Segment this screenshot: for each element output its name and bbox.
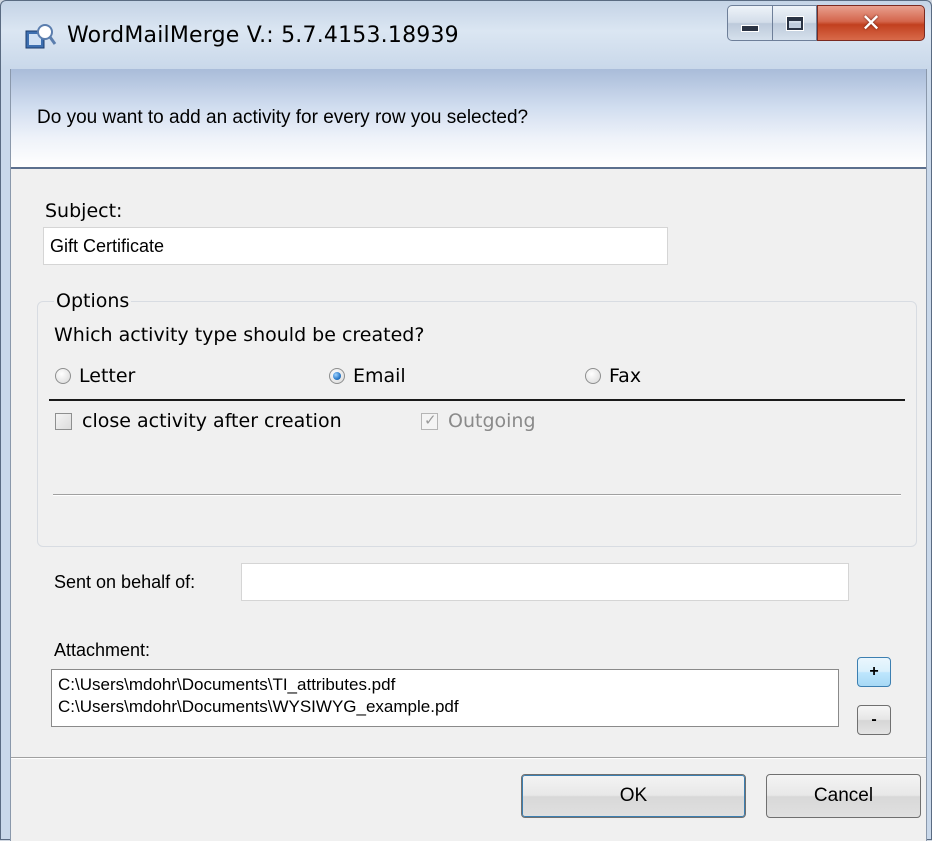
radio-email-circle[interactable] xyxy=(329,368,345,384)
close-activity-checkbox-box[interactable] xyxy=(55,412,72,430)
mailmerge-app-icon xyxy=(23,21,57,51)
radio-fax-circle[interactable] xyxy=(585,368,601,384)
subject-input[interactable] xyxy=(43,227,668,265)
window-title: WordMailMerge V.: 5.7.4153.18939 xyxy=(67,23,459,48)
attachment-list[interactable]: C:\Users\mdohr\Documents\TI_attributes.p… xyxy=(51,669,839,727)
title-bar[interactable]: WordMailMerge V.: 5.7.4153.18939 ✕ xyxy=(1,1,931,69)
radio-email[interactable]: Email xyxy=(329,365,406,387)
activity-type-question: Which activity type should be created? xyxy=(54,324,425,346)
close-button[interactable]: ✕ xyxy=(817,5,925,41)
minimize-icon xyxy=(742,25,758,31)
ok-button[interactable]: OK xyxy=(521,774,746,818)
attachment-label: Attachment: xyxy=(54,640,151,660)
list-item[interactable]: C:\Users\mdohr\Documents\TI_attributes.p… xyxy=(58,674,832,696)
close-activity-label: close activity after creation xyxy=(82,410,342,432)
outgoing-label: Outgoing xyxy=(448,410,536,432)
radio-letter-circle[interactable] xyxy=(55,368,71,384)
options-divider xyxy=(49,399,905,401)
radio-letter[interactable]: Letter xyxy=(55,365,135,387)
footer-separator xyxy=(11,757,926,759)
maximize-icon xyxy=(786,16,803,30)
sent-on-behalf-input[interactable] xyxy=(241,563,849,601)
options-separator xyxy=(53,494,901,496)
radio-fax[interactable]: Fax xyxy=(585,365,641,387)
outgoing-checkbox: Outgoing xyxy=(421,410,536,432)
close-icon: ✕ xyxy=(860,9,882,37)
cancel-button[interactable]: Cancel xyxy=(766,774,921,818)
radio-letter-label: Letter xyxy=(79,365,136,387)
radio-fax-label: Fax xyxy=(609,365,642,387)
add-attachment-button[interactable]: + xyxy=(857,657,891,687)
list-item[interactable]: C:\Users\mdohr\Documents\WYSIWYG_example… xyxy=(58,696,832,718)
radio-email-label: Email xyxy=(353,365,406,387)
subject-label: Subject: xyxy=(45,200,123,222)
header-band: Do you want to add an activity for every… xyxy=(11,69,926,169)
close-activity-checkbox[interactable]: close activity after creation xyxy=(55,410,342,432)
remove-attachment-button[interactable]: - xyxy=(857,705,891,735)
dialog-client-area: Do you want to add an activity for every… xyxy=(10,69,927,841)
dialog-window: WordMailMerge V.: 5.7.4153.18939 ✕ Do yo… xyxy=(0,0,932,841)
outgoing-checkbox-box xyxy=(421,411,438,430)
header-question: Do you want to add an activity for every… xyxy=(37,107,529,128)
minimize-button[interactable] xyxy=(727,5,773,41)
options-group-title: Options xyxy=(54,290,132,312)
maximize-button[interactable] xyxy=(773,5,817,41)
sent-on-behalf-label: Sent on behalf of: xyxy=(54,572,196,592)
